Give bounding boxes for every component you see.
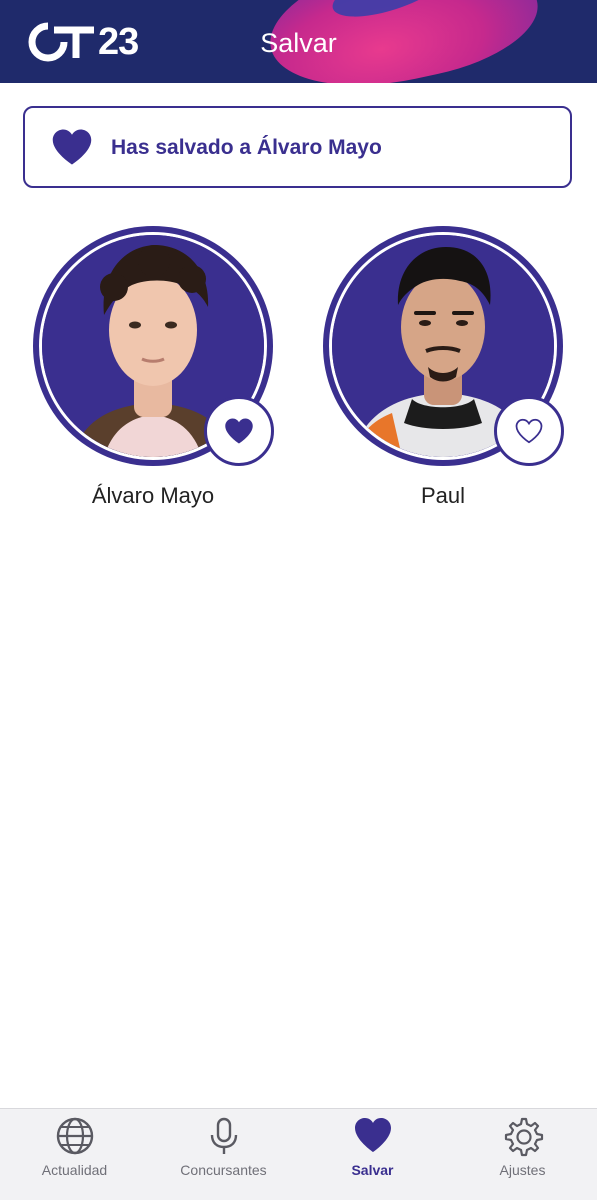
- heart-filled-icon: [52, 129, 92, 165]
- contestant-card-paul[interactable]: Paul: [323, 226, 564, 516]
- nav-label: Actualidad: [41, 1162, 108, 1178]
- nav-item-concursantes[interactable]: Concursantes: [149, 1109, 298, 1200]
- heart-icon: [355, 1118, 391, 1152]
- banner-message: Has salvado a Álvaro Mayo: [111, 136, 382, 159]
- heart-filled-icon: [225, 418, 253, 444]
- contestant-name: Paul: [420, 483, 466, 508]
- app-header: 23 Salvar: [0, 0, 597, 83]
- app-screen: 23 Salvar Has salvado a Álvaro Mayo Álva…: [0, 0, 597, 1200]
- nav-label: Ajustes: [499, 1162, 546, 1178]
- microphone-icon: [210, 1117, 238, 1154]
- bottom-navigation: Actualidad Concursantes Salvar Ajustes: [0, 1108, 597, 1200]
- gear-icon: [504, 1117, 544, 1157]
- nav-item-actualidad[interactable]: Actualidad: [0, 1109, 149, 1200]
- page-title: Salvar: [260, 28, 337, 58]
- heart-outline-icon: [515, 418, 543, 444]
- saved-status-banner: Has salvado a Álvaro Mayo: [23, 106, 572, 188]
- nav-label: Salvar: [351, 1162, 394, 1178]
- save-heart-button[interactable]: [204, 396, 274, 466]
- nav-item-salvar[interactable]: Salvar: [298, 1109, 447, 1200]
- nav-item-ajustes[interactable]: Ajustes: [448, 1109, 597, 1200]
- contestant-card-alvaro-mayo[interactable]: Álvaro Mayo: [33, 226, 274, 516]
- contestant-name: Álvaro Mayo: [91, 483, 215, 508]
- globe-icon: [56, 1117, 94, 1155]
- save-heart-button[interactable]: [494, 396, 564, 466]
- nav-label: Concursantes: [180, 1162, 267, 1178]
